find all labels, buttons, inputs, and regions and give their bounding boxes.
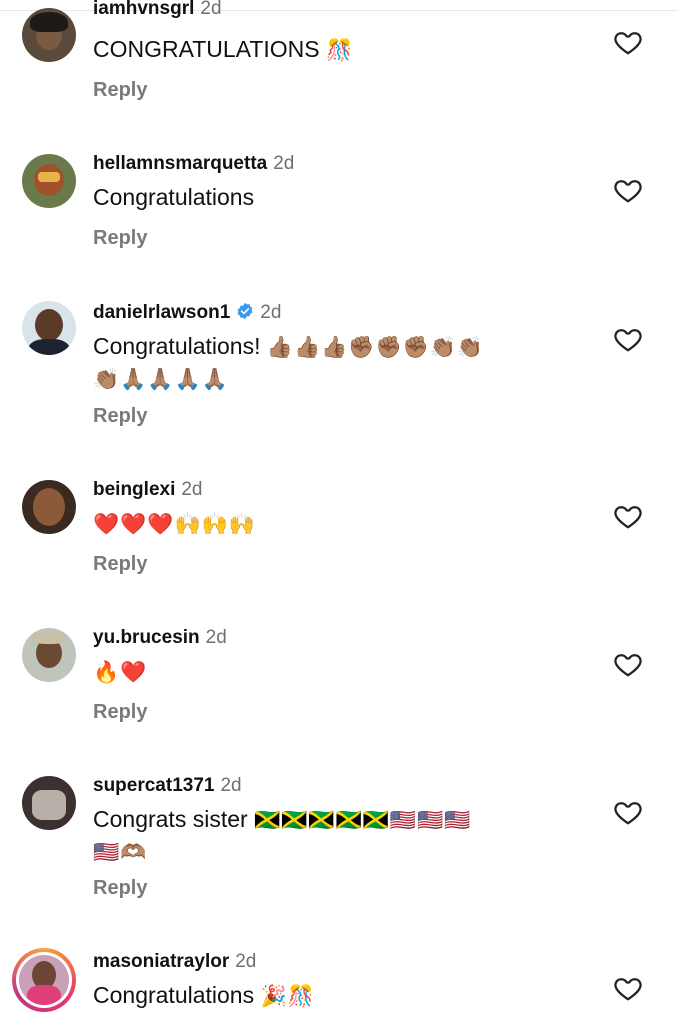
comment-text: 🔥❤️ — [93, 656, 573, 688]
username[interactable]: yu.brucesin — [93, 627, 200, 648]
comment-header: hellamnsmarquetta 2d — [93, 153, 294, 175]
comment-emoji-line2: 👏🏽🙏🏽🙏🏽🙏🏽🙏🏽 — [93, 367, 229, 391]
comment-emoji: 🔥❤️ — [93, 660, 148, 684]
comment-body: Congratulations! — [93, 333, 261, 359]
avatar[interactable] — [12, 948, 76, 1012]
comment-emoji: 🎊 — [326, 38, 354, 62]
timestamp: 2d — [205, 627, 227, 648]
heart-icon[interactable] — [612, 27, 644, 57]
comment-emoji: 🇯🇲🇯🇲🇯🇲🇯🇲🇯🇲🇺🇸🇺🇸🇺🇸 — [254, 808, 472, 832]
comment-body: Congrats sister — [93, 806, 248, 832]
comment-text: Congratulations 🎉🎊 — [93, 980, 573, 1012]
timestamp: 2d — [273, 153, 295, 174]
comment-text: CONGRATULATIONS 🎊 — [93, 34, 573, 66]
username[interactable]: hellamnsmarquetta — [93, 153, 267, 174]
avatar[interactable] — [22, 8, 76, 62]
comment-text: ❤️❤️❤️🙌🙌🙌 — [93, 508, 573, 540]
avatar[interactable] — [22, 154, 76, 208]
comment-header: danielrlawson1 2d — [93, 302, 281, 324]
comment-text: Congratulations! 👍🏽👍🏽👍🏽✊🏽✊🏽✊🏽👏🏽👏🏽 👏🏽🙏🏽🙏🏽… — [93, 331, 573, 395]
reply-button[interactable]: Reply — [93, 701, 147, 724]
reply-button[interactable]: Reply — [93, 553, 147, 576]
reply-button[interactable]: Reply — [93, 877, 147, 900]
avatar[interactable] — [22, 480, 76, 534]
comment-header: yu.brucesin 2d — [93, 627, 227, 649]
comment-emoji-line2: 🇺🇸🫶🏽 — [93, 840, 148, 864]
timestamp: 2d — [220, 775, 242, 796]
avatar[interactable] — [22, 628, 76, 682]
comment-emoji: ❤️❤️❤️🙌🙌🙌 — [93, 512, 256, 536]
username[interactable]: masoniatraylor — [93, 951, 229, 972]
heart-icon[interactable] — [612, 649, 644, 679]
timestamp: 2d — [235, 951, 257, 972]
comment-body: CONGRATULATIONS — [93, 36, 320, 62]
timestamp: 2d — [181, 479, 203, 500]
comment-text: Congratulations — [93, 182, 573, 213]
reply-button[interactable]: Reply — [93, 227, 147, 250]
comment-emoji: 🎉🎊 — [260, 984, 315, 1008]
comment-body: Congratulations — [93, 982, 255, 1008]
heart-icon[interactable] — [612, 973, 644, 1003]
heart-icon[interactable] — [612, 797, 644, 827]
comment-text: Congrats sister 🇯🇲🇯🇲🇯🇲🇯🇲🇯🇲🇺🇸🇺🇸🇺🇸 🇺🇸🫶🏽 — [93, 804, 573, 868]
timestamp: 2d — [260, 302, 282, 323]
heart-icon[interactable] — [612, 175, 644, 205]
username[interactable]: supercat1371 — [93, 775, 214, 796]
username[interactable]: iamhvnsgrl — [93, 0, 194, 19]
comment-header: masoniatraylor 2d — [93, 951, 256, 973]
comment-header: beinglexi 2d — [93, 479, 203, 501]
comment-emoji: 👍🏽👍🏽👍🏽✊🏽✊🏽✊🏽👏🏽👏🏽 — [266, 335, 485, 359]
reply-button[interactable]: Reply — [93, 405, 147, 428]
comment-header: supercat1371 2d — [93, 775, 242, 797]
avatar[interactable] — [22, 301, 76, 355]
heart-icon[interactable] — [612, 324, 644, 354]
username[interactable]: beinglexi — [93, 479, 175, 500]
comment-header: iamhvnsgrl 2d — [93, 0, 222, 20]
username[interactable]: danielrlawson1 — [93, 302, 230, 323]
timestamp: 2d — [200, 0, 222, 19]
comment-body: Congratulations — [93, 184, 255, 210]
verified-badge-icon — [237, 302, 253, 320]
reply-button[interactable]: Reply — [93, 79, 147, 102]
heart-icon[interactable] — [612, 501, 644, 531]
avatar[interactable] — [22, 776, 76, 830]
